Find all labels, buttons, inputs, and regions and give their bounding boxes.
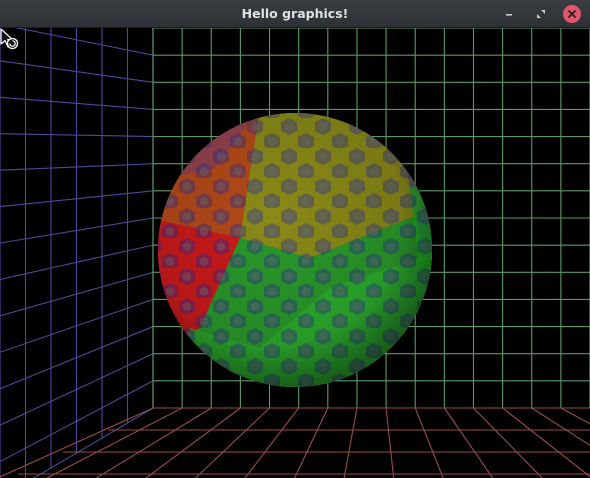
floor-gridline [385,407,395,478]
floor-gridline [95,407,212,478]
close-icon [568,10,576,18]
3d-scene [0,28,590,478]
close-button[interactable] [563,5,581,23]
floor-gridline [293,407,329,478]
floor-gridline [443,407,494,478]
render-canvas[interactable] [0,28,590,478]
busy-pointer-icon [0,28,19,50]
minimize-icon [506,14,512,16]
floor-gridline [244,407,300,478]
minimize-button[interactable] [500,5,518,23]
app-window: Hello graphics! [0,0,590,478]
geodesic-sphere [158,113,432,387]
title-bar[interactable]: Hello graphics! [0,0,590,28]
floor-gridline [343,407,358,478]
floor-gridline [502,407,590,478]
maximize-button[interactable] [532,5,550,23]
floor-gridline [414,407,444,478]
floor-gridline [194,407,270,478]
maximize-icon [537,10,545,18]
floor-gridline [145,407,241,478]
